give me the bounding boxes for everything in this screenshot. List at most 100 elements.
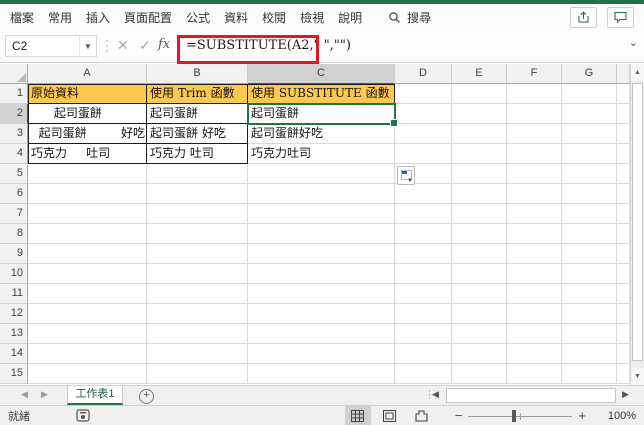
cell-F5[interactable] bbox=[507, 164, 562, 184]
cell-A12[interactable] bbox=[28, 304, 147, 324]
cell-C4[interactable]: 巧克力吐司 bbox=[248, 144, 395, 164]
scroll-down-icon[interactable]: ▼ bbox=[631, 368, 644, 385]
cell-D8[interactable] bbox=[395, 224, 452, 244]
row-header-9[interactable]: 9 bbox=[0, 244, 28, 264]
cell-B15[interactable] bbox=[147, 364, 248, 384]
zoom-slider-handle[interactable] bbox=[512, 409, 517, 422]
cell-E11[interactable] bbox=[452, 284, 507, 304]
cell-D7[interactable] bbox=[395, 204, 452, 224]
page-layout-view-button[interactable] bbox=[377, 406, 403, 425]
normal-view-button[interactable] bbox=[344, 406, 371, 425]
cell-A7[interactable] bbox=[28, 204, 147, 224]
expand-formula-bar-icon[interactable]: ⌄ bbox=[629, 36, 638, 49]
row-header-3[interactable]: 3 bbox=[0, 124, 28, 144]
cell-F13[interactable] bbox=[507, 324, 562, 344]
menu-tab-1[interactable]: 檔案 bbox=[10, 9, 34, 26]
insert-function-button[interactable]: fx bbox=[158, 37, 170, 52]
cell-partial-9[interactable] bbox=[617, 244, 630, 264]
cell-B10[interactable] bbox=[147, 264, 248, 284]
auto-fill-options-button[interactable]: ▼ bbox=[397, 166, 415, 185]
column-header-F[interactable]: F bbox=[507, 64, 562, 84]
cell-D13[interactable] bbox=[395, 324, 452, 344]
column-header-A[interactable]: A bbox=[28, 64, 147, 84]
cell-E15[interactable] bbox=[452, 364, 507, 384]
comment-button[interactable] bbox=[607, 6, 634, 28]
page-break-preview-button[interactable] bbox=[409, 406, 435, 425]
select-all-corner[interactable] bbox=[0, 64, 28, 84]
cell-partial-10[interactable] bbox=[617, 264, 630, 284]
menu-tab-9[interactable]: 說明 bbox=[338, 9, 362, 26]
cell-G9[interactable] bbox=[562, 244, 617, 264]
cell-F14[interactable] bbox=[507, 344, 562, 364]
cell-E1[interactable] bbox=[452, 84, 507, 104]
menu-tab-6[interactable]: 資料 bbox=[224, 9, 248, 26]
cell-E13[interactable] bbox=[452, 324, 507, 344]
cell-D14[interactable] bbox=[395, 344, 452, 364]
cell-A15[interactable] bbox=[28, 364, 147, 384]
vertical-scrollbar-thumb[interactable] bbox=[632, 83, 643, 361]
cell-E3[interactable] bbox=[452, 124, 507, 144]
menu-tab-4[interactable]: 頁面配置 bbox=[124, 9, 172, 26]
menu-tab-3[interactable]: 插入 bbox=[86, 9, 110, 26]
cell-D10[interactable] bbox=[395, 264, 452, 284]
search-box[interactable]: 搜尋 bbox=[388, 9, 431, 26]
cell-B8[interactable] bbox=[147, 224, 248, 244]
cell-E10[interactable] bbox=[452, 264, 507, 284]
zoom-out-button[interactable]: − bbox=[449, 408, 469, 423]
row-header-13[interactable]: 13 bbox=[0, 324, 28, 344]
cell-D11[interactable] bbox=[395, 284, 452, 304]
cell-C8[interactable] bbox=[248, 224, 395, 244]
cell-B7[interactable] bbox=[147, 204, 248, 224]
cell-partial-5[interactable] bbox=[617, 164, 630, 184]
cell-A5[interactable] bbox=[28, 164, 147, 184]
cancel-entry-icon[interactable]: ✕ bbox=[117, 37, 129, 54]
cell-C15[interactable] bbox=[248, 364, 395, 384]
cell-F7[interactable] bbox=[507, 204, 562, 224]
cell-A2[interactable]: 起司蛋餅 bbox=[28, 104, 147, 124]
menu-tab-8[interactable]: 檢視 bbox=[300, 9, 324, 26]
cell-E2[interactable] bbox=[452, 104, 507, 124]
row-header-1[interactable]: 1 bbox=[0, 84, 28, 104]
cell-G11[interactable] bbox=[562, 284, 617, 304]
cell-C6[interactable] bbox=[248, 184, 395, 204]
menu-tab-7[interactable]: 校閱 bbox=[262, 9, 286, 26]
menu-tab-5[interactable]: 公式 bbox=[186, 9, 210, 26]
cell-C9[interactable] bbox=[248, 244, 395, 264]
cell-B5[interactable] bbox=[147, 164, 248, 184]
row-header-2[interactable]: 2 bbox=[0, 104, 28, 124]
cell-partial-2[interactable] bbox=[617, 104, 630, 124]
cell-G12[interactable] bbox=[562, 304, 617, 324]
cell-B3[interactable]: 起司蛋餅 好吃 bbox=[147, 124, 248, 144]
cell-E6[interactable] bbox=[452, 184, 507, 204]
cell-C12[interactable] bbox=[248, 304, 395, 324]
cell-G7[interactable] bbox=[562, 204, 617, 224]
cell-partial-3[interactable] bbox=[617, 124, 630, 144]
cell-partial-6[interactable] bbox=[617, 184, 630, 204]
row-header-7[interactable]: 7 bbox=[0, 204, 28, 224]
cell-F8[interactable] bbox=[507, 224, 562, 244]
column-header-D[interactable]: D bbox=[395, 64, 452, 84]
cell-G3[interactable] bbox=[562, 124, 617, 144]
cell-D6[interactable] bbox=[395, 184, 452, 204]
cell-D1[interactable] bbox=[395, 84, 452, 104]
cell-F3[interactable] bbox=[507, 124, 562, 144]
cell-C14[interactable] bbox=[248, 344, 395, 364]
cell-partial-12[interactable] bbox=[617, 304, 630, 324]
cell-F4[interactable] bbox=[507, 144, 562, 164]
cell-E9[interactable] bbox=[452, 244, 507, 264]
cell-A14[interactable] bbox=[28, 344, 147, 364]
cell-G6[interactable] bbox=[562, 184, 617, 204]
cell-partial-8[interactable] bbox=[617, 224, 630, 244]
confirm-entry-icon[interactable]: ✓ bbox=[139, 37, 151, 54]
row-header-4[interactable]: 4 bbox=[0, 144, 28, 164]
cell-B6[interactable] bbox=[147, 184, 248, 204]
cell-E5[interactable] bbox=[452, 164, 507, 184]
cell-C7[interactable] bbox=[248, 204, 395, 224]
sheet-nav-left-icon[interactable]: ◀ bbox=[21, 389, 28, 400]
zoom-level-label[interactable]: 100% bbox=[602, 410, 636, 422]
cell-A10[interactable] bbox=[28, 264, 147, 284]
cell-F11[interactable] bbox=[507, 284, 562, 304]
cell-D3[interactable] bbox=[395, 124, 452, 144]
hscroll-right-icon[interactable]: ▶ bbox=[622, 389, 629, 400]
cell-D15[interactable] bbox=[395, 364, 452, 384]
